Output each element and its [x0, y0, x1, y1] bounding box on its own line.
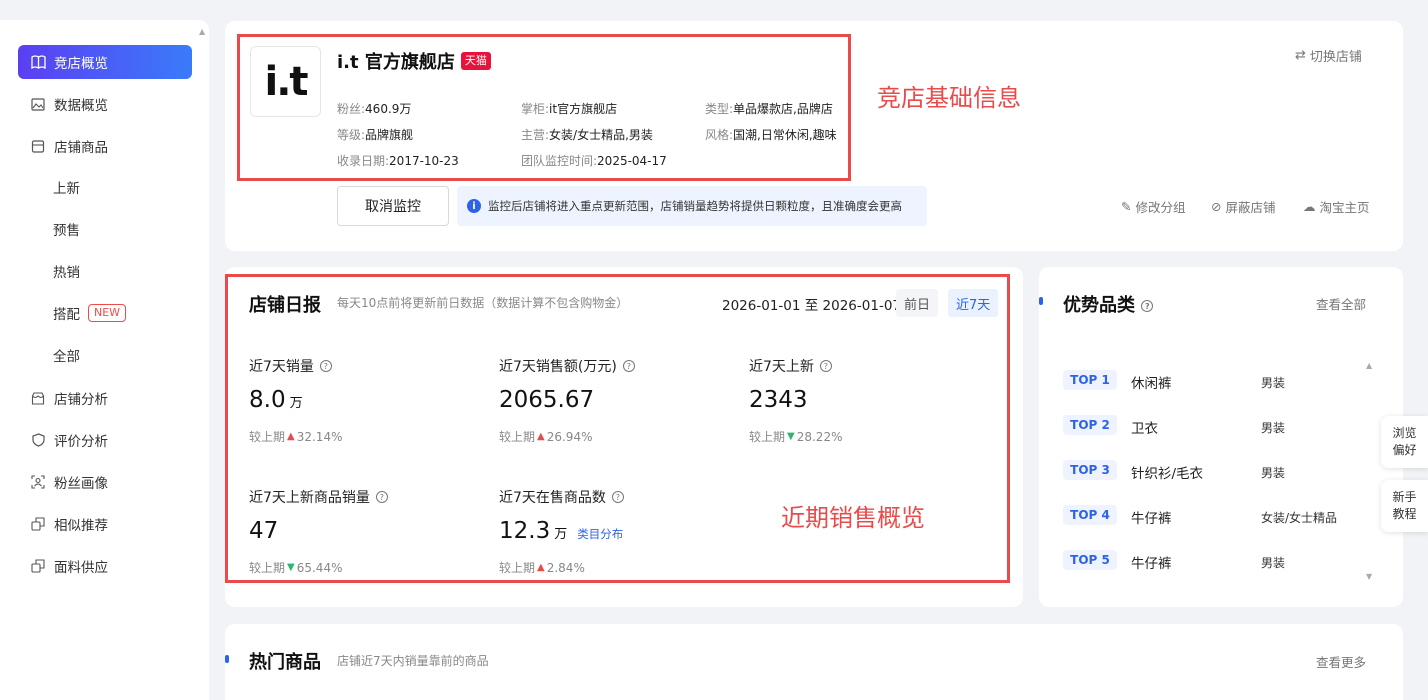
category-type: 男装	[1261, 421, 1286, 435]
sidebar-item-label: 店铺分析	[54, 392, 108, 408]
new-badge: NEW	[88, 304, 127, 322]
scroll-up-icon[interactable]: ▲	[1366, 361, 1372, 370]
block-shop-button[interactable]: ⊘ 屏蔽店铺	[1211, 197, 1276, 216]
edit-group-button[interactable]: ✎ 修改分组	[1121, 197, 1186, 216]
category-name[interactable]: 卫衣	[1131, 417, 1158, 437]
hot-products-title: 热门商品	[249, 652, 321, 673]
taobao-home-button[interactable]: ☁ 淘宝主页	[1303, 197, 1370, 216]
sales-overview-highlight	[225, 274, 1010, 583]
shop-info-annotation: 竞店基础信息	[877, 84, 1021, 112]
category-type: 女装/女士精品	[1261, 511, 1338, 525]
shop-info-highlight	[237, 34, 851, 181]
sidebar-sub-hot[interactable]: 热销	[53, 261, 80, 281]
book-icon	[30, 54, 46, 70]
category-type: 男装	[1261, 466, 1286, 480]
view-more-link[interactable]: 查看更多	[1316, 652, 1366, 671]
help-icon[interactable]: ?	[1141, 300, 1154, 312]
swap-icon: ⇄	[1295, 48, 1306, 63]
sidebar-item-competitor-overview[interactable]: 竞店概览	[18, 45, 192, 79]
rank-badge: TOP 2	[1063, 415, 1117, 435]
shield-icon	[30, 432, 46, 448]
rank-badge: TOP 4	[1063, 505, 1117, 525]
category-name[interactable]: 牛仔裤	[1131, 507, 1172, 527]
sidebar-item-label: 竞店概览	[54, 56, 108, 72]
rank-badge: TOP 3	[1063, 460, 1117, 480]
advantage-title: 优势品类 ?	[1063, 291, 1154, 317]
block-icon: ⊘	[1211, 199, 1222, 214]
sidebar-item-fabric-supply[interactable]: 面料供应	[18, 549, 192, 583]
cloud-icon: ☁	[1303, 199, 1316, 214]
monitor-notice: i 监控后店铺将进入重点更新范围，店铺销量趋势将提供日颗粒度，且准确度会更高	[457, 186, 927, 226]
section-marker	[225, 655, 229, 663]
switch-shop-button[interactable]: ⇄ 切换店铺	[1295, 46, 1362, 65]
sidebar-sub-match[interactable]: 搭配 NEW	[53, 303, 127, 323]
sidebar-item-shop-analysis[interactable]: 店铺分析	[18, 381, 192, 415]
sidebar-item-label: 面料供应	[54, 560, 108, 576]
sidebar-sub-all[interactable]: 全部	[53, 345, 80, 365]
store-icon	[30, 390, 46, 406]
sidebar-item-review-analysis[interactable]: 评价分析	[18, 423, 192, 457]
scroll-down-icon[interactable]: ▼	[1366, 572, 1372, 581]
section-marker	[1039, 297, 1043, 305]
sidebar-item-label: 评价分析	[54, 434, 108, 450]
beginner-tutorial-tab[interactable]: 新手教程	[1381, 480, 1428, 532]
view-all-link[interactable]: 查看全部	[1316, 294, 1366, 313]
hot-products-subtitle: 店铺近7天内销量靠前的商品	[337, 654, 489, 668]
pencil-icon: ✎	[1121, 199, 1132, 214]
category-name[interactable]: 牛仔裤	[1131, 552, 1172, 572]
copy-icon	[30, 558, 46, 574]
sidebar-item-label: 粉丝画像	[54, 476, 108, 492]
browse-preference-tab[interactable]: 浏览偏好	[1381, 416, 1428, 468]
category-type: 男装	[1261, 556, 1286, 570]
category-name[interactable]: 针织衫/毛衣	[1131, 462, 1203, 482]
box-icon	[30, 138, 46, 154]
category-type: 男装	[1261, 376, 1286, 390]
sidebar-item-label: 店铺商品	[54, 140, 108, 156]
rank-badge: TOP 5	[1063, 550, 1117, 570]
sales-overview-annotation: 近期销售概览	[781, 504, 925, 532]
sidebar-item-label: 相似推荐	[54, 518, 108, 534]
user-scan-icon	[30, 474, 46, 490]
cancel-monitor-button[interactable]: 取消监控	[337, 186, 449, 226]
sidebar-item-fan-profile[interactable]: 粉丝画像	[18, 465, 192, 499]
sidebar-item-data-overview[interactable]: 数据概览	[18, 87, 192, 121]
sidebar-item-shop-products[interactable]: 店铺商品	[18, 129, 192, 163]
copy-icon	[30, 516, 46, 532]
sidebar-sub-new[interactable]: 上新	[53, 177, 80, 197]
sidebar-sub-presale[interactable]: 预售	[53, 219, 80, 239]
sidebar-collapse-icon[interactable]: ▲	[199, 27, 205, 36]
rank-badge: TOP 1	[1063, 370, 1117, 390]
sidebar-item-label: 数据概览	[54, 98, 108, 114]
category-name[interactable]: 休闲裤	[1131, 372, 1172, 392]
info-icon: i	[467, 199, 481, 213]
sidebar-item-similar-recommend[interactable]: 相似推荐	[18, 507, 192, 541]
sidebar	[0, 20, 209, 700]
image-icon	[30, 96, 46, 112]
